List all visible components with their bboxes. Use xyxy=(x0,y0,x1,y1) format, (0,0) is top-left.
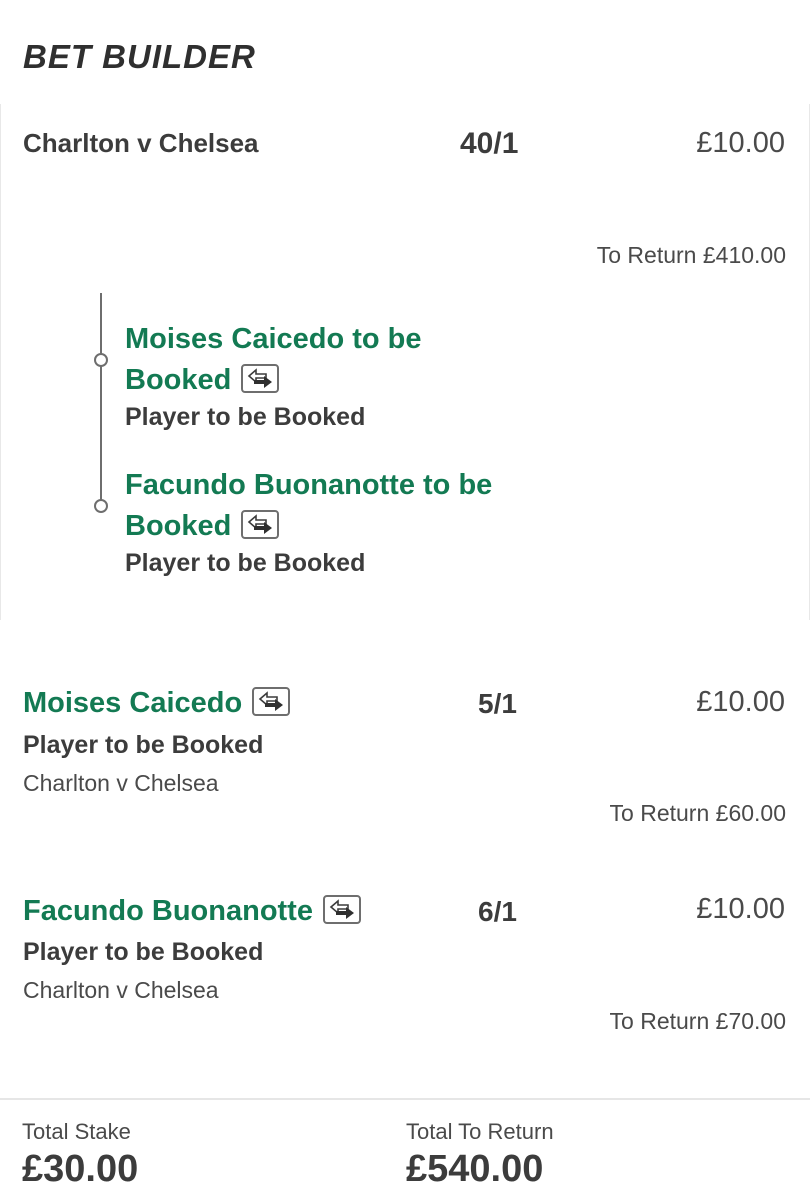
single-market: Player to be Booked xyxy=(23,731,264,759)
leg-market: Player to be Booked xyxy=(125,403,366,431)
single-selection-name: Moises Caicedo xyxy=(23,687,243,719)
leg-timeline xyxy=(100,293,102,505)
single-selection-name: Facundo Buonanotte xyxy=(23,895,313,927)
single-odds[interactable]: 5/1 xyxy=(478,688,517,720)
bet-builder-leg: Moises Caicedo to be Booked Player to be… xyxy=(125,319,422,432)
leg-selection-line1: Moises Caicedo to be xyxy=(125,323,422,355)
leg-selection-line2: Booked xyxy=(125,506,492,547)
leg-marker xyxy=(94,353,108,367)
swap-icon[interactable] xyxy=(322,894,361,924)
leg-marker xyxy=(94,499,108,513)
single-stake[interactable]: £10.00 xyxy=(696,893,785,926)
single-event: Charlton v Chelsea xyxy=(23,977,219,1003)
leg-selection-booked: Booked xyxy=(125,510,232,542)
total-stake-label: Total Stake xyxy=(22,1119,131,1144)
bet-builder-stake[interactable]: £10.00 xyxy=(696,127,785,160)
single-selection: Facundo Buonanotte xyxy=(23,891,361,932)
section-title: BET BUILDER xyxy=(23,38,256,75)
total-stake-value: £30.00 xyxy=(22,1148,139,1190)
leg-market: Player to be Booked xyxy=(125,549,366,577)
bet-builder-to-return: To Return £410.00 xyxy=(596,242,786,268)
single-selection: Moises Caicedo xyxy=(23,683,291,724)
total-return-value: £540.00 xyxy=(406,1148,544,1190)
leg-selection-line1: Facundo Buonanotte to be xyxy=(125,469,493,501)
bet-builder-event: Charlton v Chelsea xyxy=(23,128,259,158)
single-stake[interactable]: £10.00 xyxy=(696,686,785,719)
bet-builder-leg: Facundo Buonanotte to be Booked Player t… xyxy=(125,465,492,578)
swap-icon[interactable] xyxy=(241,363,280,393)
single-market: Player to be Booked xyxy=(23,938,264,966)
single-event: Charlton v Chelsea xyxy=(23,770,219,796)
swap-icon[interactable] xyxy=(252,686,291,716)
footer-divider xyxy=(0,1098,810,1100)
single-odds[interactable]: 6/1 xyxy=(478,896,517,928)
swap-icon[interactable] xyxy=(241,509,280,539)
total-return-label: Total To Return xyxy=(406,1119,554,1144)
single-to-return: To Return £60.00 xyxy=(609,800,786,826)
bet-builder-odds[interactable]: 40/1 xyxy=(460,127,518,161)
leg-selection-line2: Booked xyxy=(125,360,422,401)
single-to-return: To Return £70.00 xyxy=(609,1008,786,1034)
leg-selection-booked: Booked xyxy=(125,364,232,396)
